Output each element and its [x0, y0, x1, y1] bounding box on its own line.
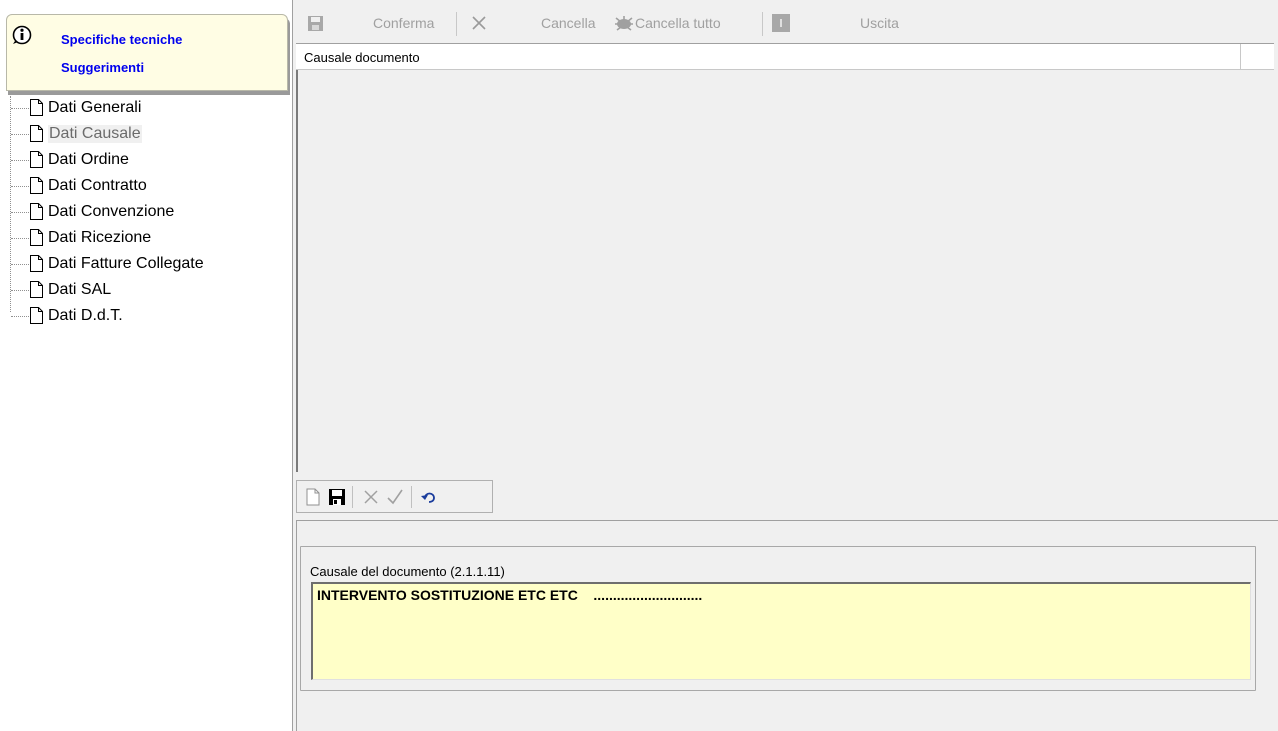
main-toolbar: Conferma Cancella Cancella tutto Uscita — [293, 8, 1278, 40]
toolbar-separator — [762, 12, 763, 36]
toolbar-separator — [456, 12, 457, 36]
cancel-x-icon[interactable] — [469, 12, 489, 34]
cancel-all-icon[interactable] — [613, 12, 635, 34]
save-icon[interactable] — [327, 487, 347, 507]
tree-item-label: Dati Causale — [48, 125, 142, 143]
checkmark-icon[interactable] — [385, 487, 405, 507]
tree-item[interactable]: Dati D.d.T. — [10, 304, 280, 330]
column-divider — [1240, 44, 1241, 69]
grid-header: Causale documento — [296, 44, 1274, 70]
navigation-pane: Specifiche tecniche Suggerimenti Dati Ge… — [0, 0, 292, 731]
tree-item-label: Dati D.d.T. — [48, 307, 123, 324]
tree-item-label: Dati Contratto — [48, 177, 147, 194]
causale-groupbox: Causale del documento (2.1.1.11) INTERVE… — [300, 546, 1256, 691]
document-icon — [30, 177, 43, 194]
info-panel: Specifiche tecniche Suggerimenti — [6, 14, 288, 91]
tree-item[interactable]: Dati Contratto — [10, 174, 280, 200]
tree-connector-line — [11, 290, 29, 291]
causale-grid: Causale documento — [296, 43, 1274, 472]
document-icon — [30, 125, 43, 142]
tree-item[interactable]: Dati Convenzione — [10, 200, 280, 226]
tree-connector-line — [11, 238, 29, 239]
tree-item[interactable]: Dati Fatture Collegate — [10, 252, 280, 278]
tree-item-label: Dati Ricezione — [48, 229, 152, 246]
tree-connector-line — [11, 212, 29, 213]
suggestions-link[interactable]: Suggerimenti — [61, 60, 144, 75]
tree-item[interactable]: Dati Ordine — [10, 148, 280, 174]
document-icon — [30, 229, 43, 246]
tree-connector-line — [11, 316, 29, 317]
document-icon — [30, 99, 43, 116]
document-icon — [30, 151, 43, 168]
confirm-button[interactable]: Conferma — [373, 12, 434, 34]
tree-item-label: Dati SAL — [48, 281, 112, 298]
exit-door-icon[interactable] — [771, 12, 791, 34]
technical-specs-link[interactable]: Specifiche tecniche — [61, 32, 182, 47]
tree-connector-line — [11, 108, 29, 109]
delete-x-icon[interactable] — [361, 487, 381, 507]
toolbar-separator — [411, 486, 412, 508]
form-frame: Causale del documento (2.1.1.11) INTERVE… — [296, 520, 1278, 731]
tree-item-label: Dati Generali — [48, 99, 142, 116]
undo-icon[interactable] — [419, 487, 439, 507]
document-icon — [30, 255, 43, 272]
cancel-all-button[interactable]: Cancella tutto — [635, 12, 721, 34]
column-header-causale[interactable]: Causale documento — [304, 50, 420, 65]
save-icon[interactable] — [306, 12, 326, 34]
tree-connector-line — [11, 134, 29, 135]
detail-pane: Conferma Cancella Cancella tutto Uscita … — [292, 0, 1278, 731]
document-icon — [30, 307, 43, 324]
document-icon — [30, 281, 43, 298]
info-icon — [12, 25, 32, 45]
causale-textarea[interactable]: INTERVENTO SOSTITUZIONE ETC ETC ........… — [311, 582, 1251, 680]
tree-item-label: Dati Fatture Collegate — [48, 255, 204, 272]
new-document-icon[interactable] — [303, 487, 323, 507]
cancel-button[interactable]: Cancella — [541, 12, 595, 34]
record-toolbar — [296, 480, 493, 513]
tree-item-label: Dati Convenzione — [48, 203, 175, 220]
tree-item-label: Dati Ordine — [48, 151, 129, 168]
tree-item[interactable]: Dati Causale — [10, 122, 280, 148]
document-icon — [30, 203, 43, 220]
grid-body[interactable] — [296, 70, 1274, 472]
tree-item[interactable]: Dati Ricezione — [10, 226, 280, 252]
tree-item[interactable]: Dati Generali — [10, 96, 280, 122]
tree-connector-line — [11, 186, 29, 187]
exit-button[interactable]: Uscita — [860, 12, 899, 34]
causale-field-label: Causale del documento (2.1.1.11) — [310, 564, 505, 579]
section-tree: Dati Generali Dati Causale Dati Ordine Dati… — [10, 96, 290, 336]
tree-connector-line — [11, 160, 29, 161]
tree-item[interactable]: Dati SAL — [10, 278, 280, 304]
tree-connector-line — [11, 264, 29, 265]
toolbar-separator — [352, 486, 353, 508]
